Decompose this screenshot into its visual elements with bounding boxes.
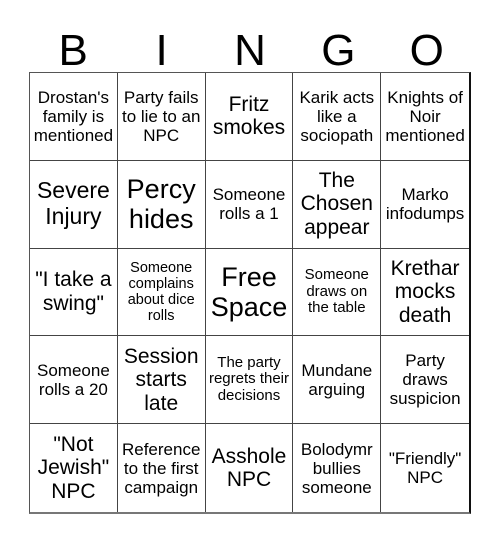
bingo-cell[interactable]: Someone complains about dice rolls: [117, 248, 206, 337]
cell-text: Fritz smokes: [212, 92, 286, 140]
bingo-cell[interactable]: Asshole NPC: [206, 424, 294, 512]
cell-text: Party fails to lie to an NPC: [121, 87, 201, 145]
cell-text: "I take a swing": [35, 268, 112, 315]
header-letter-o: O: [409, 26, 444, 75]
cell-text: "Not Jewish" NPC: [37, 432, 110, 503]
bingo-cell[interactable]: Bolodymr bullies someone: [293, 424, 382, 512]
cell-text: Knights of Noir mentioned: [385, 87, 465, 145]
cell-text: Drostan's family is mentioned: [33, 87, 114, 145]
bingo-board: Drostan's family is mentioned Party fail…: [29, 72, 471, 514]
cell-text: Karik acts like a sociopath: [299, 87, 375, 145]
bingo-cell[interactable]: "Not Jewish" NPC: [30, 424, 118, 512]
cell-text: Krethar mocks death: [390, 256, 460, 327]
cell-text: Someone complains about dice rolls: [127, 259, 195, 325]
bingo-cell[interactable]: Someone rolls a 1: [205, 160, 294, 249]
bingo-cell[interactable]: Someone draws on the table: [293, 248, 382, 337]
cell-text: The party regrets their decisions: [208, 353, 290, 405]
bingo-cell[interactable]: Karik acts like a sociopath: [293, 73, 382, 161]
cell-text: Mundane arguing: [301, 360, 373, 399]
bingo-cell free-space[interactable]: Free Space: [205, 248, 294, 337]
bingo-cell[interactable]: Percy hides: [117, 160, 206, 249]
cell-text: Severe Injury: [36, 177, 110, 230]
bingo-cell[interactable]: The party regrets their decisions: [205, 336, 294, 425]
cell-text: Asshole NPC: [211, 444, 287, 492]
header-letter-b: B: [58, 26, 88, 75]
bingo-cell[interactable]: "Friendly" NPC: [381, 424, 469, 512]
cell-text: Someone draws on the table: [304, 265, 369, 317]
cell-text: Session starts late: [123, 344, 199, 415]
header-letter-i: I: [155, 26, 168, 75]
bingo-cell[interactable]: Mundane arguing: [293, 336, 382, 425]
bingo-cell[interactable]: Party draws suspicion: [381, 336, 469, 425]
bingo-cell[interactable]: Drostan's family is mentioned: [30, 73, 118, 161]
cell-text: Free Space: [210, 261, 288, 322]
cell-text: Reference to the first campaign: [121, 439, 201, 497]
bingo-cell[interactable]: Someone rolls a 20: [30, 336, 118, 425]
bingo-cell[interactable]: Reference to the first campaign: [118, 424, 206, 512]
bingo-cell[interactable]: Fritz smokes: [205, 73, 294, 161]
cell-text: The Chosen appear: [300, 168, 373, 239]
cell-text: Marko infodumps: [385, 185, 465, 224]
cell-text: Someone rolls a 1: [212, 185, 286, 224]
bingo-cell[interactable]: Party fails to lie to an NPC: [117, 73, 206, 161]
header-letter-n: N: [234, 26, 266, 75]
cell-text: "Friendly" NPC: [388, 449, 462, 488]
header-letter-g: G: [321, 26, 356, 75]
bingo-cell[interactable]: Severe Injury: [30, 160, 118, 249]
bingo-cell[interactable]: Krethar mocks death: [381, 249, 469, 337]
cell-text: Percy hides: [126, 173, 196, 235]
bingo-cell[interactable]: Session starts late: [117, 336, 206, 425]
cell-text: Party draws suspicion: [389, 351, 461, 409]
bingo-header: B I N G O: [29, 26, 471, 75]
bingo-cell[interactable]: The Chosen appear: [293, 160, 382, 249]
bingo-cell[interactable]: Knights of Noir mentioned: [381, 73, 469, 161]
cell-text: Someone rolls a 20: [37, 360, 110, 399]
bingo-cell[interactable]: "I take a swing": [30, 248, 118, 337]
cell-text: Bolodymr bullies someone: [300, 439, 373, 497]
bingo-cell[interactable]: Marko infodumps: [381, 161, 469, 249]
